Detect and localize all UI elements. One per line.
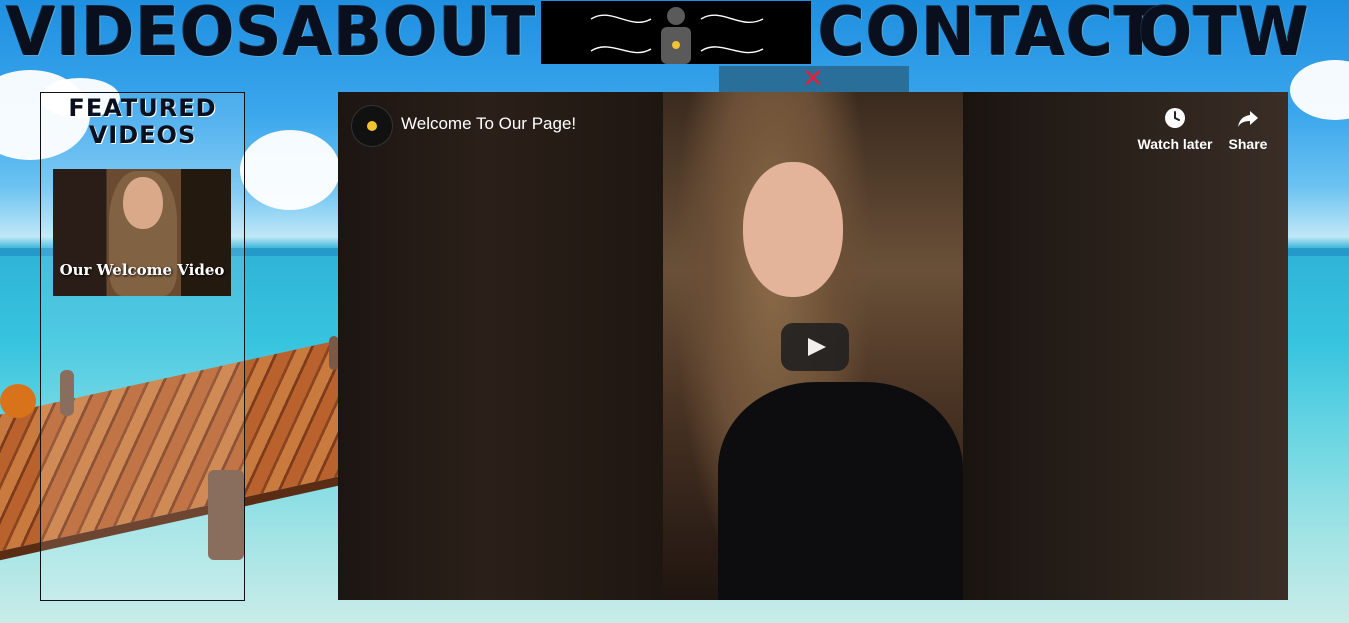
video-frame-left <box>338 92 663 600</box>
watch-later-button[interactable]: Watch later <box>1136 106 1214 152</box>
video-title[interactable]: Welcome To Our Page! <box>401 114 576 134</box>
close-icon[interactable]: ✕ <box>801 66 825 92</box>
watch-later-label: Watch later <box>1137 136 1213 152</box>
nav-otw[interactable]: OTW <box>1138 0 1309 68</box>
nav-about[interactable]: ABOUT <box>283 0 535 68</box>
video-frame-right <box>963 92 1288 600</box>
video-player[interactable]: Welcome To Our Page! Watch later Share <box>338 92 1288 600</box>
video-person-face <box>743 162 843 297</box>
logo-icon <box>590 7 764 64</box>
share-icon <box>1238 111 1258 127</box>
video-person-shirt <box>718 382 963 600</box>
share-button[interactable]: Share <box>1224 106 1272 152</box>
thumbnail-face <box>123 177 163 229</box>
featured-title: FEATURED VIDEOS <box>68 94 217 149</box>
channel-avatar[interactable] <box>351 105 393 147</box>
nav-contact[interactable]: CONTACT <box>818 0 1158 68</box>
featured-videos-panel: FEATURED VIDEOS Our Welcome Video <box>40 92 245 601</box>
featured-video-thumbnail[interactable]: Our Welcome Video <box>53 169 231 296</box>
logo[interactable] <box>541 1 811 64</box>
pumpkin <box>0 384 36 418</box>
thumbnail-label: Our Welcome Video <box>59 261 225 279</box>
clock-icon <box>1165 108 1185 128</box>
top-nav: VIDEOS ABOUT CONTACT OTW <box>0 0 1349 68</box>
play-icon[interactable] <box>781 323 849 371</box>
nav-videos[interactable]: VIDEOS <box>6 0 282 68</box>
share-label: Share <box>1228 136 1268 152</box>
cloud <box>240 130 340 210</box>
